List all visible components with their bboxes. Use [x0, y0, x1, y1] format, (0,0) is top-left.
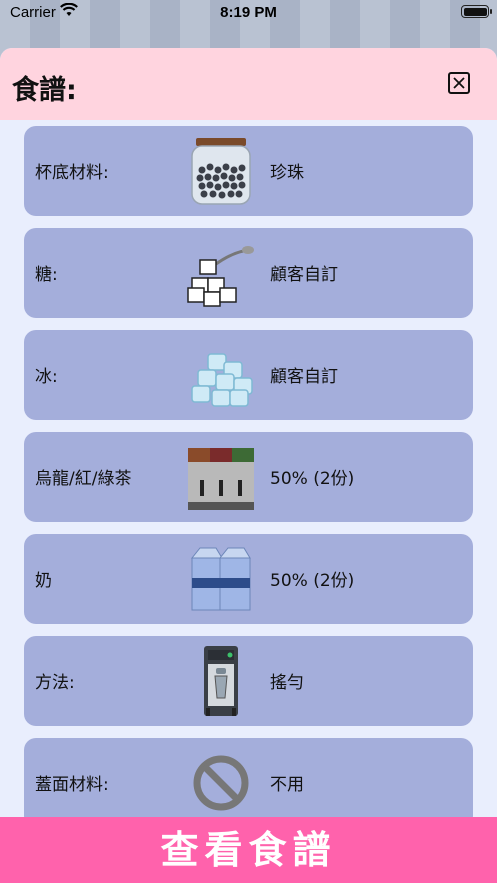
shaker-machine-icon: [186, 646, 256, 716]
recipe-item-topping: 蓋面材料: 不用: [24, 738, 473, 828]
recipe-item-value: 顧客自訂: [270, 367, 338, 387]
recipe-item-milk: 奶 50% (2份): [24, 534, 473, 624]
recipe-item-label: 冰:: [35, 367, 58, 387]
close-icon: [453, 77, 465, 89]
recipe-item-label: 奶: [35, 571, 52, 591]
recipe-item-base: 杯底材料: 珍珠: [24, 126, 473, 216]
recipe-item-value: 50% (2份): [270, 469, 355, 489]
recipe-item-label: 糖:: [35, 265, 58, 285]
close-button[interactable]: [448, 72, 470, 94]
recipe-item-value: 不用: [270, 775, 304, 795]
recipe-item-sugar: 糖: 顧客自訂: [24, 228, 473, 318]
recipe-item-label: 蓋面材料:: [35, 775, 109, 795]
page-title: 食譜:: [12, 75, 77, 106]
recipe-item-value: 50% (2份): [270, 571, 355, 591]
recipe-item-label: 方法:: [35, 673, 75, 693]
recipe-item-value: 顧客自訂: [270, 265, 338, 285]
view-recipe-button[interactable]: 查看食譜: [0, 817, 497, 883]
recipe-item-tea: 烏龍/紅/綠茶 50% (2份): [24, 432, 473, 522]
recipe-item-ice: 冰: 顧客自訂: [24, 330, 473, 420]
recipe-sheet: 食譜: 杯底材料: 珍珠 糖: 顧客自訂 冰: 顧客自訂 烏龍/紅/綠茶 50%…: [0, 48, 497, 883]
tea-dispenser-icon: [186, 442, 256, 512]
recipe-item-label: 烏龍/紅/綠茶: [35, 469, 132, 489]
pearl-jar-icon: [186, 136, 256, 206]
status-bar: Carrier 8:19 PM: [0, 0, 497, 26]
no-sign-icon: [186, 748, 256, 818]
full-battery-icon: [461, 5, 492, 18]
recipe-item-label: 杯底材料:: [35, 163, 109, 183]
recipe-item-method: 方法: 搖勻: [24, 636, 473, 726]
recipe-item-value: 珍珠: [270, 163, 304, 183]
sugar-cubes-icon: [186, 238, 256, 308]
recipe-item-value: 搖勻: [270, 673, 304, 693]
status-time: 8:19 PM: [220, 4, 277, 21]
ice-cubes-icon: [186, 340, 256, 410]
milk-cartons-icon: [186, 544, 256, 614]
recipe-header: 食譜:: [0, 48, 497, 120]
